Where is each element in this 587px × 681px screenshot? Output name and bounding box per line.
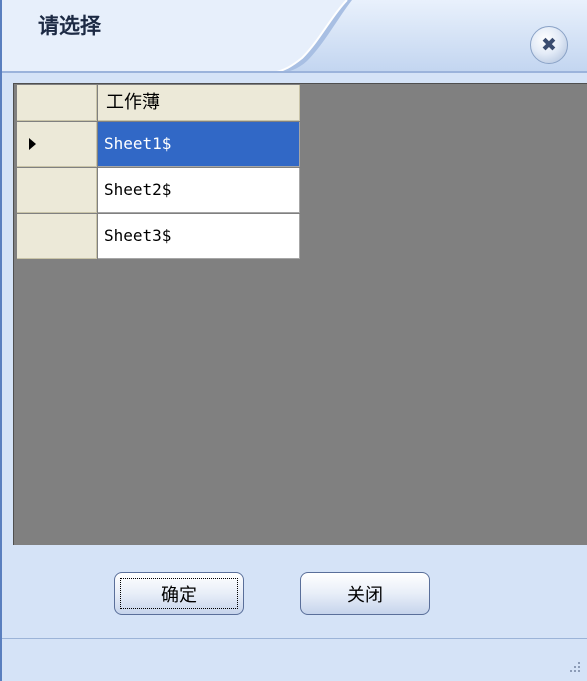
row-header[interactable] <box>17 214 97 259</box>
row-header[interactable] <box>17 122 97 167</box>
table-row[interactable]: Sheet3$ <box>17 214 300 259</box>
close-icon: ✖ <box>541 33 557 56</box>
table-row[interactable]: Sheet2$ <box>17 168 300 213</box>
close-dialog-button[interactable]: 关闭 <box>300 572 430 615</box>
table-cell[interactable]: Sheet3$ <box>98 214 300 259</box>
data-grid[interactable]: 工作薄 Sheet1$ Sheet2$ Sheet3$ <box>13 83 587 545</box>
grid-corner-cell[interactable] <box>17 85 97 121</box>
resize-grip-icon[interactable] <box>570 662 582 674</box>
row-header[interactable] <box>17 168 97 213</box>
close-button[interactable]: ✖ <box>530 26 568 64</box>
table-row[interactable]: Sheet1$ <box>17 122 300 167</box>
ok-button[interactable]: 确定 <box>114 572 244 615</box>
column-header-workbook[interactable]: 工作薄 <box>98 85 300 121</box>
table-cell[interactable]: Sheet1$ <box>98 122 300 167</box>
table-cell[interactable]: Sheet2$ <box>98 168 300 213</box>
dialog-window: 请选择 ✖ 工作薄 Sheet1$ Sheet2$ Sheet3$ 确定 关闭 <box>0 0 587 681</box>
dialog-title: 请选择 <box>38 14 101 38</box>
row-pointer-icon <box>29 138 36 150</box>
title-bar[interactable]: 请选择 ✖ <box>2 0 587 73</box>
status-divider <box>2 638 587 639</box>
